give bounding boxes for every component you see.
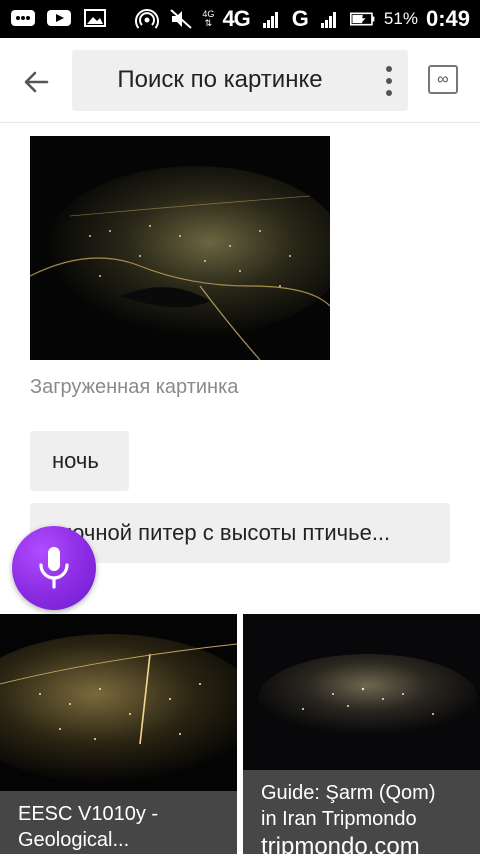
- more-options-icon[interactable]: [384, 66, 394, 96]
- mute-icon: [168, 9, 194, 29]
- chip-label: ночной питер с высоты птичье...: [60, 520, 391, 545]
- arrow-back-icon: [24, 71, 49, 93]
- result-caption: EESC V1010y - Geological...: [0, 791, 237, 854]
- back-button[interactable]: [14, 60, 58, 104]
- status-bar: 4G ⇅ 4G G 51% 0:49: [0, 0, 480, 38]
- network-type-label: 4G: [222, 6, 250, 31]
- uploaded-image-caption: Загруженная картинка: [30, 376, 239, 398]
- uploaded-image[interactable]: [30, 136, 330, 360]
- result-card[interactable]: Guide: Şarm (Qom) in Iran Tripmondo trip…: [243, 614, 480, 854]
- battery-percent: 51%: [383, 9, 418, 28]
- result-title-line1: EESC V1010y -: [18, 803, 159, 825]
- tag-chip-night[interactable]: ночь: [30, 431, 129, 491]
- search-header: Поиск по картинке ∞: [0, 38, 480, 123]
- infinity-icon: ∞: [437, 70, 449, 88]
- result-title-line1: Guide: Şarm (Qom): [261, 782, 436, 804]
- result-source: tripmondo.com: [261, 833, 420, 854]
- youtube-icon: [46, 8, 72, 28]
- voice-search-button[interactable]: [12, 526, 96, 610]
- signal2-icon: [316, 9, 342, 29]
- result-caption: Guide: Şarm (Qom) in Iran Tripmondo trip…: [243, 770, 480, 854]
- hotspot-icon: [134, 9, 160, 29]
- battery-charging-icon: [349, 9, 376, 29]
- chip-label: ночь: [52, 448, 99, 473]
- gallery-icon: [82, 8, 108, 28]
- microphone-icon: [39, 547, 69, 589]
- tabs-button[interactable]: ∞: [428, 65, 458, 94]
- chat-notification-icon: [10, 8, 36, 28]
- result-title-line2: Geological...: [18, 829, 130, 851]
- clock: 0:49: [425, 6, 470, 31]
- search-title[interactable]: Поиск по картинке: [72, 66, 368, 94]
- search-box[interactable]: Поиск по картинке: [72, 50, 408, 111]
- network2-type-label: G: [291, 6, 309, 31]
- result-card[interactable]: EESC V1010y - Geological...: [0, 614, 237, 854]
- result-title-line2: in Iran Tripmondo: [261, 808, 417, 830]
- signal-icon: [258, 9, 284, 29]
- data-activity-indicator: 4G ⇅: [202, 9, 215, 28]
